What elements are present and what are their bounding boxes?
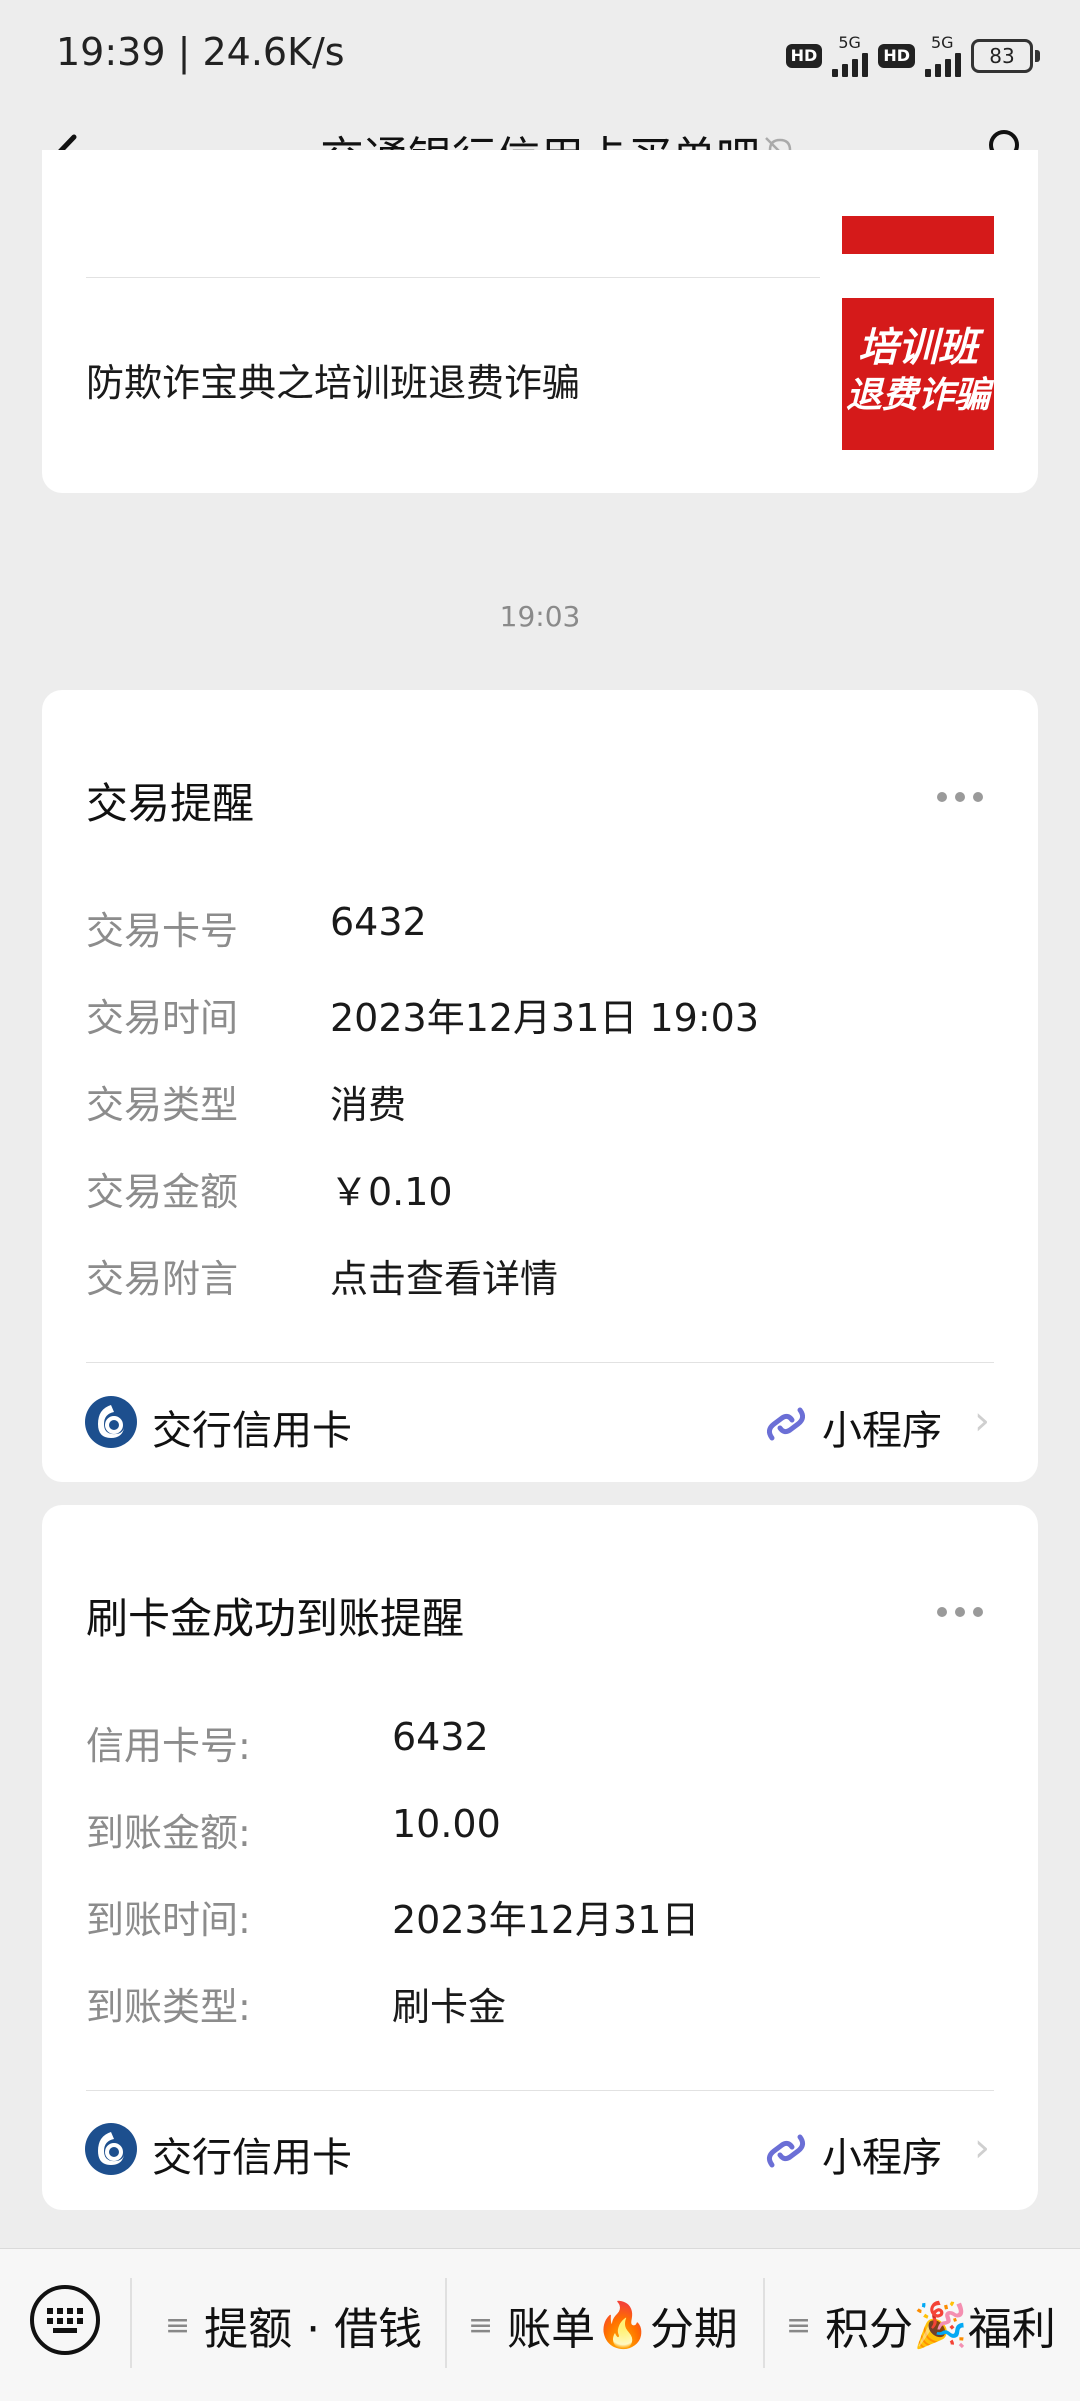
row-value: ￥0.10 xyxy=(330,1170,453,1214)
menu-lines-icon: ≡ xyxy=(468,2307,494,2343)
row-label: 交易卡号 xyxy=(86,909,239,953)
row-value: 消费 xyxy=(330,1083,407,1127)
row-label: 信用卡号: xyxy=(86,1724,251,1768)
bank-logo-icon xyxy=(84,2122,138,2176)
row-value: 10.00 xyxy=(392,1802,501,1846)
signal-icon: 5G xyxy=(832,35,869,77)
menu-separator xyxy=(445,2278,447,2368)
source-name[interactable]: 交行信用卡 xyxy=(152,2125,352,2183)
row-value: 6432 xyxy=(392,1715,489,1759)
menu-item-label: 提额 · 借钱 xyxy=(204,2304,423,2355)
thumb-line-2: 退费诈骗 xyxy=(845,375,990,416)
hd-icon-2: HD xyxy=(878,44,915,68)
message-timestamp: 19:03 xyxy=(499,600,581,633)
status-time: 19:39 | 24.6K/s xyxy=(56,30,345,74)
mini-program-icon xyxy=(764,2129,808,2173)
battery-icon: 83 xyxy=(971,39,1040,73)
row-label: 交易时间 xyxy=(86,996,239,1040)
chevron-right-icon: › xyxy=(974,1398,990,1444)
chevron-right-icon: › xyxy=(974,2125,990,2171)
keyboard-toggle-button[interactable] xyxy=(28,2283,102,2357)
menu-item-credit-limit[interactable]: ≡ 提额 · 借钱 xyxy=(165,2290,422,2360)
menu-separator xyxy=(130,2278,132,2368)
card-divider xyxy=(86,1362,994,1363)
signal-icon-2: 5G xyxy=(925,35,961,77)
row-label: 交易附言 xyxy=(86,1257,239,1301)
row-label: 到账时间: xyxy=(86,1898,251,1942)
menu-separator xyxy=(763,2278,765,2368)
bank-logo-icon xyxy=(84,1395,138,1449)
battery-level: 83 xyxy=(989,44,1015,68)
keyboard-icon xyxy=(30,2285,100,2355)
mini-program-label[interactable]: 小程序 xyxy=(822,2125,942,2183)
menu-lines-icon: ≡ xyxy=(786,2307,812,2343)
article-divider xyxy=(86,277,820,278)
mini-program-icon xyxy=(764,1402,808,1446)
fire-icon: 🔥 xyxy=(595,2300,650,2351)
article-thumbnail: 培训班 退费诈骗 xyxy=(842,298,994,450)
mini-program-label[interactable]: 小程序 xyxy=(822,1398,942,1456)
deposit-card-title: 刷卡金成功到账提醒 xyxy=(86,1594,465,1643)
menu-item-bill[interactable]: ≡ 账单 🔥 分期 xyxy=(468,2290,738,2360)
thumb-line-1: 培训班 xyxy=(858,325,978,371)
menu-item-label-a: 账单 xyxy=(507,2304,596,2355)
row-label: 到账类型: xyxy=(86,1985,251,2029)
card-divider xyxy=(86,2090,994,2091)
row-label: 交易类型 xyxy=(86,1083,239,1127)
source-name[interactable]: 交行信用卡 xyxy=(152,1398,352,1456)
menu-item-points[interactable]: ≡ 积分 🎉 福利 xyxy=(786,2290,1056,2360)
article-thumbnail-top xyxy=(842,216,994,254)
status-icons: HD 5G HD 5G 83 xyxy=(785,30,1040,82)
menu-lines-icon: ≡ xyxy=(165,2307,191,2343)
row-label: 到账金额: xyxy=(86,1811,251,1855)
menu-item-label-a: 积分 xyxy=(825,2304,914,2355)
article-title[interactable]: 防欺诈宝典之培训班退费诈骗 xyxy=(86,352,580,407)
transaction-card-title: 交易提醒 xyxy=(86,779,255,828)
party-popper-icon: 🎉 xyxy=(913,2300,968,2351)
row-value: 2023年12月31日 19:03 xyxy=(330,996,760,1040)
row-value: 刷卡金 xyxy=(392,1985,507,2029)
row-value: 6432 xyxy=(330,900,427,944)
row-label: 交易金额 xyxy=(86,1170,239,1214)
menu-item-label-b: 福利 xyxy=(967,2304,1056,2355)
details-link[interactable]: 点击查看详情 xyxy=(330,1248,558,1303)
hd-icon: HD xyxy=(785,44,823,68)
row-value: 2023年12月31日 xyxy=(392,1898,700,1942)
more-options-icon[interactable] xyxy=(937,792,983,802)
more-options-icon[interactable] xyxy=(937,1607,983,1617)
menu-item-label-b: 分期 xyxy=(649,2304,738,2355)
